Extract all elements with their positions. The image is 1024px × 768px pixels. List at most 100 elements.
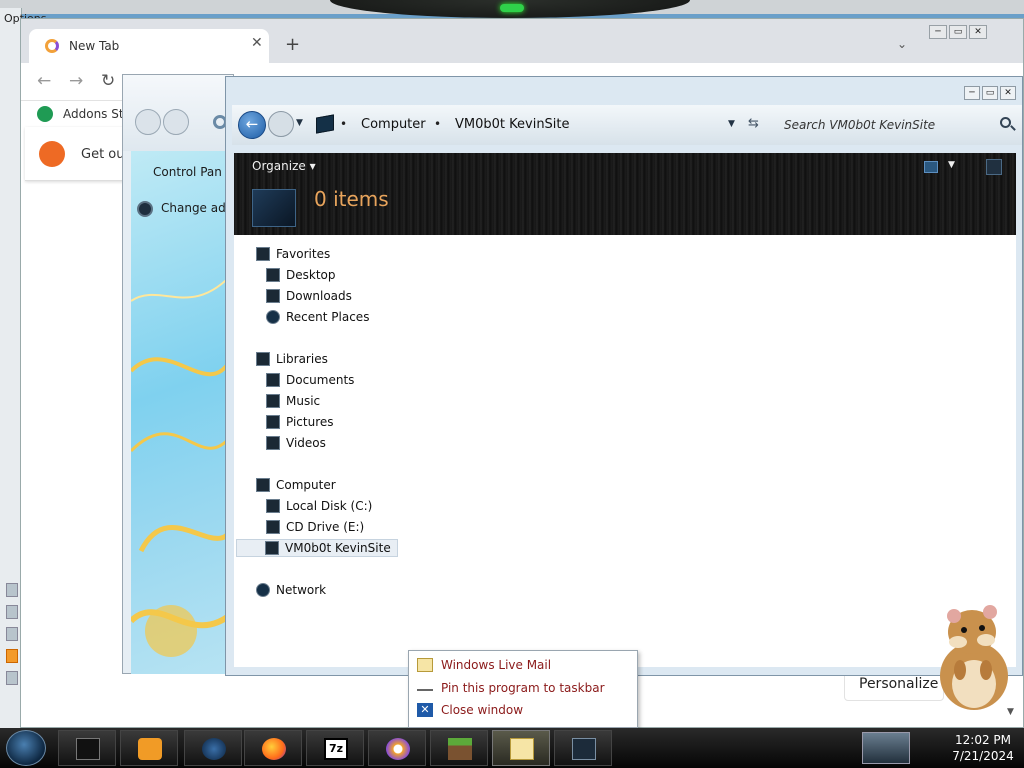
minimize-icon[interactable]: ─ [964, 86, 980, 100]
menu-item-windows-live-mail[interactable]: Windows Live Mail [417, 658, 551, 672]
menu-label: Windows Live Mail [441, 658, 552, 672]
maximize-icon[interactable]: ▭ [982, 86, 998, 100]
back-button[interactable] [135, 109, 161, 135]
recent-pages-dropdown-icon[interactable]: ▼ [296, 118, 303, 128]
minimize-icon[interactable]: ─ [929, 25, 947, 39]
taskbar-7zip[interactable]: 7z [306, 730, 364, 766]
view-options-dropdown-icon[interactable]: ▼ [948, 160, 955, 170]
taskbar-minecraft[interactable] [430, 730, 488, 766]
nav-item-computer[interactable]: Computer [256, 478, 336, 492]
taskbar-media-player[interactable] [120, 730, 178, 766]
page-icon[interactable] [6, 583, 18, 597]
reload-icon[interactable]: ↻ [101, 71, 115, 91]
organize-button[interactable]: Organize ▾ [252, 159, 316, 173]
new-tab-button[interactable]: + [285, 34, 300, 55]
desktop-icon [266, 268, 280, 282]
start-orb-icon[interactable] [6, 730, 46, 766]
page-icon[interactable] [6, 605, 18, 619]
change-view-icon[interactable] [924, 161, 938, 173]
page-icon[interactable] [6, 627, 18, 641]
network-drive-icon [265, 541, 279, 555]
decorative-led-icon [500, 4, 524, 12]
taskbar: 7z 12:02 PM 7/21/2024 [0, 728, 1024, 768]
search-icon[interactable] [1000, 117, 1011, 128]
promo-icon [39, 141, 65, 167]
screen-icon [572, 738, 596, 760]
nav-item-recent-places[interactable]: Recent Places [266, 310, 369, 324]
breadcrumb-separator[interactable]: • [434, 117, 441, 131]
nav-item-music[interactable]: Music [266, 394, 320, 408]
taskbar-windows-live-mail[interactable] [492, 730, 550, 766]
search-input[interactable]: Search VM0b0t KevinSite [784, 118, 935, 132]
media-player-icon [138, 738, 162, 760]
site-folder-icon [252, 189, 296, 227]
browser-window-controls: ─ ▭ ✕ [929, 25, 987, 39]
nav-label: Pictures [286, 415, 334, 429]
nav-item-site-selected[interactable]: VM0b0t KevinSite [236, 539, 398, 557]
forward-arrow-icon[interactable]: → [69, 71, 83, 91]
keepass-icon [386, 738, 410, 760]
command-bar: Organize ▾ ▼ 0 items [234, 153, 1016, 235]
taskbar-screen-app[interactable] [554, 730, 612, 766]
tab-title: New Tab [69, 39, 120, 53]
menu-item-pin-to-taskbar[interactable]: Pin this program to taskbar [417, 681, 605, 695]
nav-item-videos[interactable]: Videos [266, 436, 326, 450]
forward-button[interactable] [163, 109, 189, 135]
nav-item-local-disk[interactable]: Local Disk (C:) [266, 499, 372, 513]
address-bar: ← ▼ • Computer • VM0b0t KevinSite ▼ ⇆ Se… [232, 105, 1022, 145]
breadcrumb-separator[interactable]: • [340, 117, 347, 131]
top-decoration [0, 0, 1024, 18]
nav-item-network[interactable]: Network [256, 583, 326, 597]
mail-icon [510, 738, 534, 760]
tray-app-icon[interactable] [862, 732, 910, 764]
terminal-icon [76, 738, 100, 760]
menu-label: Pin this program to taskbar [441, 681, 605, 695]
nav-item-libraries[interactable]: Libraries [256, 352, 328, 366]
close-tab-icon[interactable]: ✕ [251, 35, 263, 51]
taskbar-globe[interactable] [184, 730, 242, 766]
refresh-icon[interactable]: ⇆ [748, 116, 759, 131]
preview-pane-icon[interactable] [986, 159, 1002, 175]
close-icon[interactable]: ✕ [1000, 86, 1016, 100]
7zip-icon: 7z [324, 738, 348, 760]
taskbar-terminal[interactable] [58, 730, 116, 766]
control-panel-window[interactable]: Control Pan Change adm [122, 74, 237, 674]
computer-icon [256, 478, 270, 492]
taskbar-keepass[interactable] [368, 730, 426, 766]
control-panel-home-link[interactable]: Control Pan [153, 165, 222, 179]
nav-item-pictures[interactable]: Pictures [266, 415, 334, 429]
nav-label: Libraries [276, 352, 328, 366]
nav-item-documents[interactable]: Documents [266, 373, 354, 387]
nav-item-cd-drive[interactable]: CD Drive (E:) [266, 520, 364, 534]
maximize-icon[interactable]: ▭ [949, 25, 967, 39]
star-icon [256, 247, 270, 261]
explorer-window-controls: ─ ▭ ✕ [964, 86, 1016, 100]
breadcrumb-computer[interactable]: Computer [361, 117, 426, 132]
nav-label: Recent Places [286, 310, 370, 324]
rss-icon[interactable] [6, 649, 18, 663]
nav-item-downloads[interactable]: Downloads [266, 289, 352, 303]
clock[interactable]: 12:02 PM 7/21/2024 [948, 732, 1018, 764]
back-arrow-icon[interactable]: ← [37, 71, 51, 91]
nav-label: Network [276, 583, 327, 597]
tab-new-tab[interactable]: New Tab ✕ [29, 29, 269, 63]
forward-button[interactable] [268, 111, 294, 137]
tab-menu-chevron-icon[interactable]: ⌄ [897, 37, 907, 51]
page-icon[interactable] [6, 671, 18, 685]
options-window[interactable]: Options [0, 8, 46, 728]
taskbar-firefox[interactable] [244, 730, 302, 766]
address-dropdown-icon[interactable]: ▼ [728, 119, 735, 129]
nav-item-favorites[interactable]: Favorites [256, 247, 330, 261]
close-icon: ✕ [417, 703, 433, 717]
explorer-window: ─ ▭ ✕ ← ▼ • Computer • VM0b0t KevinSite … [225, 76, 1023, 676]
nav-item-desktop[interactable]: Desktop [266, 268, 336, 282]
nav-label: Desktop [286, 268, 336, 282]
back-arrow-icon[interactable]: ← [238, 111, 266, 139]
minecraft-icon [448, 738, 472, 760]
menu-item-close-window[interactable]: ✕ Close window [417, 703, 523, 717]
computer-icon [316, 114, 334, 134]
bookmark-addons-store[interactable]: Addons Sto [63, 107, 131, 121]
breadcrumb-site[interactable]: VM0b0t KevinSite [455, 117, 570, 132]
close-icon[interactable]: ✕ [969, 25, 987, 39]
firefox-icon [262, 738, 286, 760]
